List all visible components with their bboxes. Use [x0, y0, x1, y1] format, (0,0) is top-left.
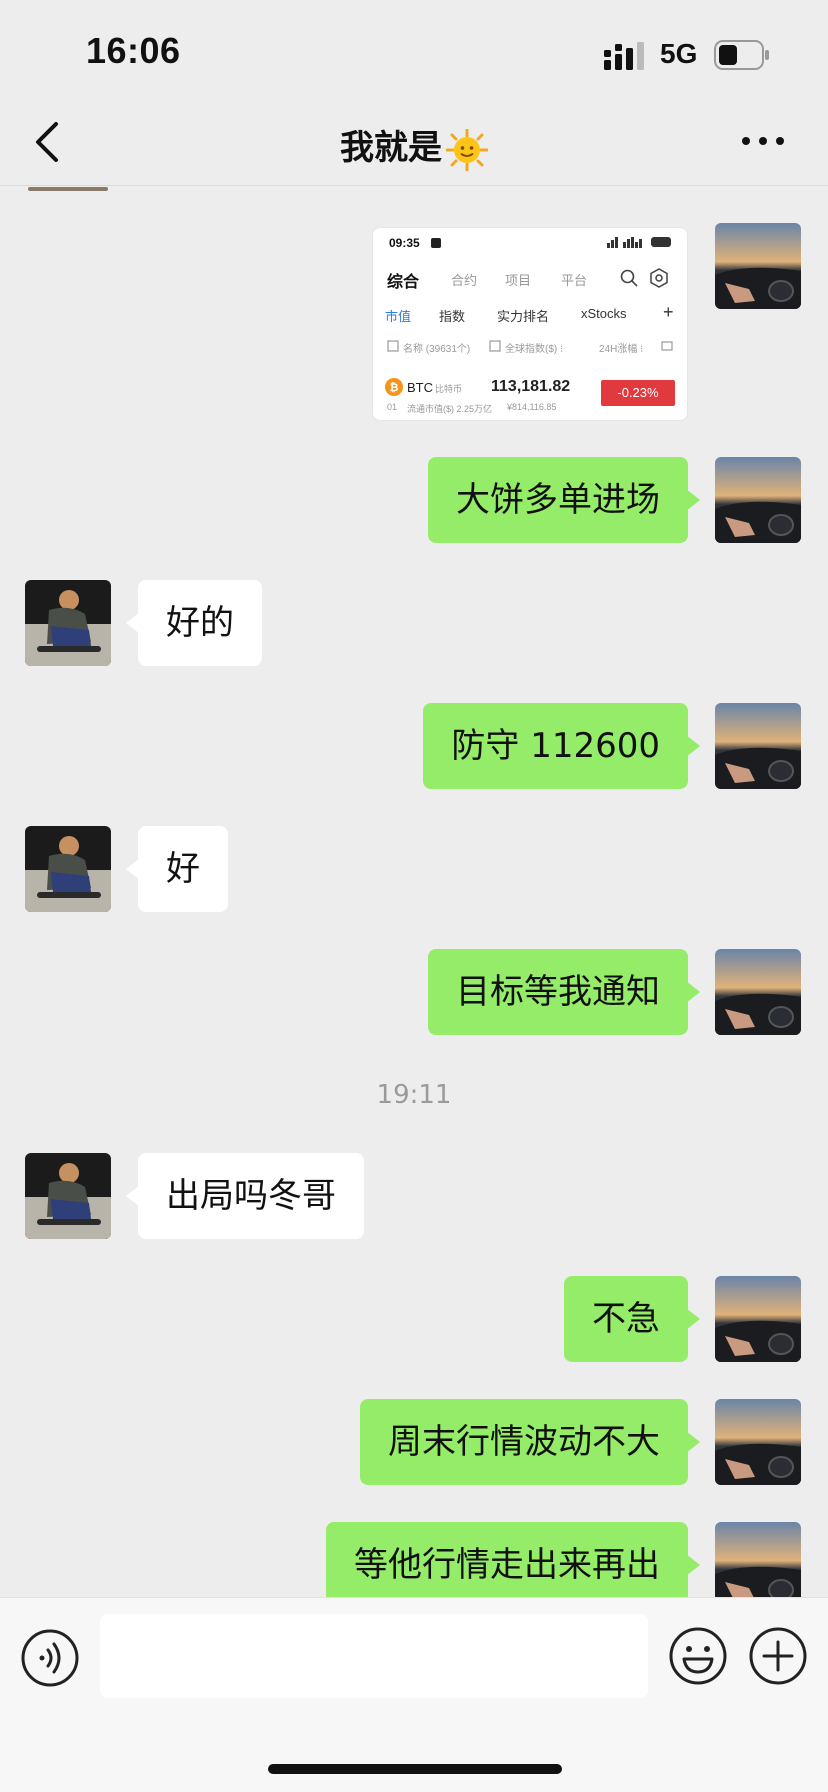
car-avatar-icon — [715, 1276, 801, 1362]
contact-avatar[interactable] — [25, 826, 111, 912]
screenshot-settings-icon — [650, 268, 668, 288]
screenshot-layout-icon — [661, 341, 673, 351]
message-bubble-received[interactable]: 好的 — [126, 580, 262, 666]
screenshot-subtab-xstocks: xStocks — [581, 306, 627, 321]
signal-icon — [604, 42, 644, 70]
my-avatar[interactable] — [715, 1276, 801, 1362]
person-avatar-icon — [25, 1153, 111, 1239]
car-avatar-icon — [715, 457, 801, 543]
screenshot-coin-price-cny: ¥814,116.85 — [507, 402, 557, 412]
my-avatar[interactable] — [715, 1522, 801, 1597]
message-bubble-sent[interactable]: 目标等我通知 — [428, 949, 700, 1035]
image-message[interactable]: 09:35 综合 合约 项目 平台 市值 指数 实力排名 xStocks + 名… — [372, 227, 688, 421]
message-bubble-received[interactable]: 好 — [126, 826, 228, 912]
contact-avatar[interactable] — [25, 580, 111, 666]
screenshot-subtab-ranking: 实力排名 — [497, 309, 550, 324]
battery-icon — [714, 40, 769, 70]
status-bar: 16:06 5G — [0, 0, 828, 100]
screenshot-filter-icon — [387, 340, 399, 352]
message-bubble-sent[interactable]: 大饼多单进场 — [428, 457, 700, 543]
car-avatar-icon — [715, 223, 801, 309]
my-avatar[interactable] — [715, 1399, 801, 1485]
screenshot-subtab-marketcap: 市值 — [385, 309, 412, 324]
screenshot-search-icon — [620, 269, 638, 287]
message-bubble-received[interactable]: 出局吗冬哥 — [126, 1153, 364, 1239]
my-avatar[interactable] — [715, 223, 801, 309]
my-avatar[interactable] — [715, 457, 801, 543]
chat-title-text: 我就是 — [340, 128, 442, 168]
bitcoin-logo-icon: ₿ — [385, 378, 403, 396]
message-bubble-sent[interactable]: 防守 112600 — [423, 703, 700, 789]
screenshot-subtab-index: 指数 — [439, 309, 466, 324]
emoji-icon[interactable] — [668, 1626, 728, 1686]
screenshot-filter-change: 24H涨幅 ⁝ — [599, 344, 644, 355]
screenshot-tab-project: 项目 — [505, 273, 532, 288]
more-options-icon[interactable] — [738, 126, 788, 156]
chat-title: 我就是 — [0, 120, 828, 171]
message-bubble-sent[interactable]: 周末行情波动不大 — [360, 1399, 700, 1485]
screenshot-add-icon: + — [663, 302, 674, 322]
sun-emoji-icon — [446, 128, 488, 171]
car-avatar-icon — [715, 703, 801, 789]
screenshot-change-badge: -0.23% — [601, 380, 675, 406]
screenshot-coin-rank: 01 — [387, 402, 398, 412]
chat-timestamp: 19:11 — [376, 1080, 452, 1110]
contact-avatar[interactable] — [25, 1153, 111, 1239]
my-avatar[interactable] — [715, 949, 801, 1035]
car-avatar-icon — [715, 949, 801, 1035]
screenshot-tab-platform: 平台 — [561, 273, 588, 288]
screenshot-coin-symbol: BTC — [407, 380, 433, 395]
screenshot-app-icon — [431, 238, 441, 248]
voice-input-icon[interactable] — [20, 1628, 80, 1688]
screenshot-filter-index: 全球指数($) ⁝ — [505, 344, 564, 355]
screenshot-time: 09:35 — [389, 236, 420, 250]
previous-avatar-edge — [28, 187, 108, 191]
screenshot-coin-price: 113,181.82 — [491, 378, 571, 395]
screenshot-tab-overview: 综合 — [387, 274, 420, 291]
person-avatar-icon — [25, 826, 111, 912]
message-text-input[interactable] — [100, 1614, 648, 1698]
screenshot-filter-name: 名称 (39631个) — [403, 344, 471, 355]
message-bubble-sent[interactable]: 不急 — [564, 1276, 700, 1362]
car-avatar-icon — [715, 1522, 801, 1597]
message-input-bar — [0, 1597, 828, 1792]
screenshot-index-icon — [489, 340, 501, 352]
home-indicator[interactable] — [268, 1764, 562, 1774]
screenshot-coin-cap: 流通市值($) 2.25万亿 — [407, 404, 493, 414]
screenshot-status-icons — [607, 237, 671, 248]
my-avatar[interactable] — [715, 703, 801, 789]
screenshot-coin-name: 比特币 — [435, 384, 463, 394]
screenshot-tab-contract: 合约 — [451, 273, 478, 288]
message-bubble-sent[interactable]: 等他行情走出来再出 — [326, 1522, 700, 1597]
add-attachment-icon[interactable] — [748, 1626, 808, 1686]
person-avatar-icon — [25, 580, 111, 666]
nav-bar: 我就是 — [0, 100, 828, 186]
car-avatar-icon — [715, 1399, 801, 1485]
svg-text:₿: ₿ — [390, 381, 399, 394]
chat-message-list[interactable]: 09:35 综合 合约 项目 平台 市值 指数 实力排名 xStocks + 名… — [0, 187, 828, 1597]
network-type: 5G — [660, 38, 698, 69]
status-time: 16:06 — [86, 30, 181, 71]
